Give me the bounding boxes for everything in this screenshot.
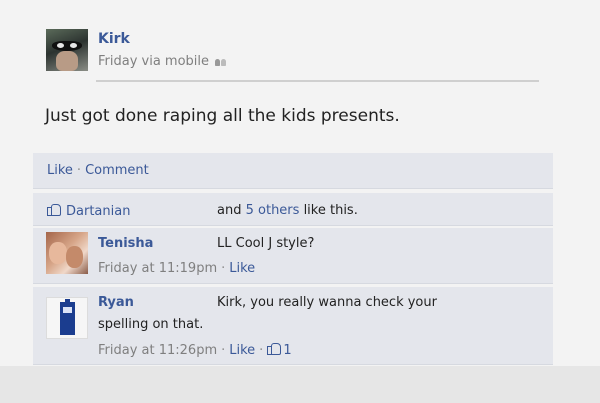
comment-like-link[interactable]: Like	[229, 343, 255, 358]
avatar-face	[66, 246, 83, 268]
thumbs-up-icon	[47, 204, 61, 216]
thumbs-up-icon	[267, 343, 282, 355]
comment-author-wrap: Ryan	[98, 295, 134, 310]
likes-and-text: and	[217, 203, 242, 218]
avatar-eye-left	[57, 43, 64, 48]
comment-meta: Friday at 11:26pm · Like · 1	[98, 342, 292, 358]
comment-like-link[interactable]: Like	[229, 261, 255, 276]
others-link[interactable]: 5 others	[246, 203, 300, 218]
avatar-face	[49, 242, 67, 264]
page-footer-band	[0, 366, 600, 403]
meta-separator: ·	[221, 343, 226, 358]
commenter-avatar[interactable]	[46, 297, 88, 339]
comment-action-link[interactable]: Comment	[85, 163, 149, 178]
meta-separator: ·	[259, 343, 264, 358]
comment-like-count[interactable]: 1	[283, 343, 291, 358]
poster-avatar[interactable]	[46, 29, 88, 71]
likes-rest: and 5 others like this.	[217, 203, 358, 218]
comment-text: LL Cool J style?	[217, 236, 315, 251]
commenter-avatar[interactable]	[46, 232, 88, 274]
comment-timestamp[interactable]: Friday at 11:19pm	[98, 261, 217, 276]
action-bar: Like · Comment	[33, 153, 553, 189]
header-divider	[96, 80, 539, 82]
poster-name-link[interactable]: Kirk	[98, 31, 130, 47]
meta-separator: ·	[221, 261, 226, 276]
comment-author-link[interactable]: Ryan	[98, 295, 134, 310]
liker-link[interactable]: Dartanian	[66, 204, 130, 219]
action-links: Like · Comment	[47, 163, 149, 178]
comment-author-wrap: Tenisha	[98, 236, 153, 251]
comment-author-link[interactable]: Tenisha	[98, 236, 153, 251]
comment-item: Tenisha LL Cool J style? Friday at 11:19…	[33, 228, 553, 284]
avatar-face	[56, 51, 78, 71]
comment-text-line2: spelling on that.	[98, 317, 204, 332]
likes-summary: Dartanian and 5 others like this.	[33, 193, 553, 226]
avatar-eye-right	[70, 43, 77, 48]
likes-first: Dartanian	[47, 203, 130, 219]
tardis-window	[63, 307, 72, 313]
post-meta: Friday via mobile	[98, 54, 227, 69]
comment-meta: Friday at 11:19pm · Like	[98, 261, 255, 276]
friends-icon	[215, 56, 227, 66]
action-separator: ·	[76, 163, 82, 178]
post-timestamp[interactable]: Friday via mobile	[98, 54, 209, 69]
likes-suffix: like this.	[303, 203, 358, 218]
comment-timestamp[interactable]: Friday at 11:26pm	[98, 343, 217, 358]
like-action-link[interactable]: Like	[47, 163, 73, 178]
comment-item: Ryan Kirk, you really wanna check your s…	[33, 287, 553, 365]
status-message: Just got done raping all the kids presen…	[45, 106, 400, 126]
comment-text-line1: Kirk, you really wanna check your	[217, 295, 437, 310]
